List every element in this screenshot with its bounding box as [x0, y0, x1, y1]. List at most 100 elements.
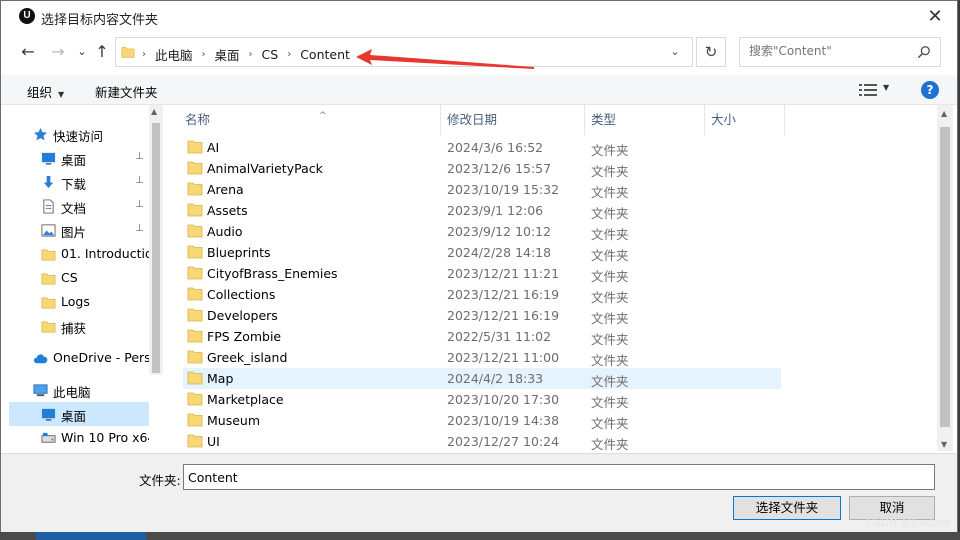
organize-label: 组织 [27, 85, 53, 100]
folder-icon [187, 245, 203, 259]
column-header: 名称 ^ 修改日期 类型 大小 [165, 105, 785, 135]
table-row[interactable]: Audio 2023/9/12 10:12 文件夹 [183, 221, 781, 242]
nav-item-folder[interactable]: Logs [9, 290, 149, 314]
folder-icon [187, 413, 203, 427]
desktop-icon [41, 152, 56, 165]
nav-item-label: 此电脑 [53, 385, 91, 400]
folder-name-input[interactable] [183, 464, 935, 490]
breadcrumb-desktop[interactable]: 桌面 [215, 45, 240, 64]
file-date: 2024/2/28 14:18 [447, 245, 552, 260]
scroll-down-icon[interactable]: ▼ [941, 440, 947, 449]
table-row[interactable]: AI 2024/3/6 16:52 文件夹 [183, 137, 781, 158]
folder-picker-dialog: U 选择目标内容文件夹 ✕ ← → ⌄ ↑ › 此电脑 › 桌面 › CS › … [0, 0, 958, 533]
nav-item-folder[interactable]: 捕获 [9, 314, 149, 338]
file-date: 2023/12/27 10:24 [447, 434, 560, 449]
nav-item-desktop-selected[interactable]: 桌面 [9, 402, 149, 426]
table-row[interactable]: Museum 2023/10/19 14:38 文件夹 [183, 410, 781, 431]
file-date: 2023/12/21 16:19 [447, 287, 560, 302]
nav-item-label: OneDrive - Perso [53, 350, 149, 365]
file-date: 2024/3/6 16:52 [447, 140, 544, 155]
up-button[interactable]: ↑ [91, 41, 113, 63]
table-row[interactable]: Assets 2023/9/1 12:06 文件夹 [183, 200, 781, 221]
nav-item-label: Win 10 Pro x64 [61, 430, 149, 445]
table-row[interactable]: CityofBrass_Enemies 2023/12/21 11:21 文件夹 [183, 263, 781, 284]
nav-item-documents[interactable]: 文档 ⊥ [9, 194, 149, 218]
breadcrumb-separator: › [248, 49, 253, 60]
file-type: 文件夹 [591, 164, 629, 179]
scroll-up-icon[interactable]: ▲ [941, 109, 947, 118]
search-input[interactable] [749, 44, 909, 58]
document-icon [43, 199, 54, 214]
file-type: 文件夹 [591, 143, 629, 158]
table-row[interactable]: Collections 2023/12/21 16:19 文件夹 [183, 284, 781, 305]
table-row[interactable]: Marketplace 2023/10/20 17:30 文件夹 [183, 389, 781, 410]
folder-icon [187, 350, 203, 364]
column-size[interactable]: 大小 [705, 105, 785, 135]
pin-icon: ⊥ [135, 151, 144, 162]
nav-item-downloads[interactable]: 下载 ⊥ [9, 170, 149, 194]
chevron-down-icon[interactable]: ⌄ [668, 45, 682, 59]
column-date[interactable]: 修改日期 [441, 105, 585, 135]
table-row[interactable]: UI 2023/12/27 10:24 文件夹 [183, 431, 781, 452]
scrollbar-thumb[interactable] [940, 127, 950, 427]
title-bar: U 选择目标内容文件夹 ✕ [1, 1, 957, 33]
file-date: 2023/10/19 14:38 [447, 413, 560, 428]
breadcrumb-separator: › [142, 49, 146, 60]
file-type: 文件夹 [591, 311, 629, 326]
file-type: 文件夹 [591, 227, 629, 242]
file-type: 文件夹 [591, 290, 629, 305]
star-icon [33, 127, 48, 141]
nav-item-this-pc[interactable]: 此电脑 [9, 378, 149, 402]
scrollbar-thumb[interactable] [152, 123, 160, 373]
table-row[interactable]: Greek_island 2023/12/21 11:00 文件夹 [183, 347, 781, 368]
table-row[interactable]: Blueprints 2024/2/28 14:18 文件夹 [183, 242, 781, 263]
file-date: 2023/10/19 15:32 [447, 182, 560, 197]
select-folder-button[interactable]: 选择文件夹 [733, 496, 841, 520]
breadcrumb-content[interactable]: Content [300, 47, 350, 62]
scroll-up-icon[interactable]: ▲ [151, 107, 157, 116]
breadcrumb-cs[interactable]: CS [262, 47, 279, 62]
table-row[interactable]: Developers 2023/12/21 16:19 文件夹 [183, 305, 781, 326]
details-view-icon[interactable] [859, 84, 877, 96]
new-folder-button[interactable]: 新建文件夹 [95, 82, 158, 101]
organize-menu[interactable]: 组织 ▼ [27, 82, 64, 101]
file-type: 文件夹 [591, 374, 629, 389]
folder-icon [187, 224, 203, 238]
recent-locations-icon[interactable]: ⌄ [71, 41, 93, 63]
file-name: Marketplace [207, 392, 284, 407]
nav-item-pictures[interactable]: 图片 ⊥ [9, 218, 149, 242]
navigation-scrollbar[interactable]: ▲ [149, 105, 163, 375]
search-box[interactable] [739, 37, 941, 67]
file-type: 文件夹 [591, 185, 629, 200]
search-icon[interactable] [917, 45, 931, 59]
folder-icon [187, 434, 203, 448]
nav-item-drive[interactable]: Win 10 Pro x64 [9, 426, 149, 450]
dialog-footer: 文件夹: 选择文件夹 取消 [1, 453, 957, 533]
view-options-caret-icon[interactable]: ▼ [883, 83, 889, 92]
table-row[interactable]: AnimalVarietyPack 2023/12/6 15:57 文件夹 [183, 158, 781, 179]
nav-item-quick-access[interactable]: 快速访问 [9, 122, 149, 146]
red-arrow-annotation [356, 49, 534, 69]
back-button[interactable]: ← [17, 41, 39, 63]
table-row[interactable]: Map 2024/4/2 18:33 文件夹 [183, 368, 781, 389]
file-list-scrollbar[interactable]: ▲ ▼ [937, 105, 953, 451]
folder-icon [187, 308, 203, 322]
nav-item-folder[interactable]: 01. Introductio [9, 242, 149, 266]
file-type: 文件夹 [591, 332, 629, 347]
nav-item-desktop[interactable]: 桌面 ⊥ [9, 146, 149, 170]
folder-icon [121, 47, 135, 58]
forward-button[interactable]: → [47, 41, 69, 63]
file-date: 2023/10/20 17:30 [447, 392, 560, 407]
nav-item-onedrive[interactable]: OneDrive - Perso [9, 346, 149, 370]
cloud-icon [33, 354, 48, 364]
breadcrumb-this-pc[interactable]: 此电脑 [155, 45, 193, 64]
table-row[interactable]: Arena 2023/10/19 15:32 文件夹 [183, 179, 781, 200]
column-type[interactable]: 类型 [585, 105, 705, 135]
close-button[interactable]: ✕ [913, 1, 957, 33]
column-name[interactable]: 名称 ^ [179, 105, 441, 135]
help-icon[interactable]: ? [921, 81, 939, 99]
file-date: 2023/12/21 11:00 [447, 350, 560, 365]
nav-item-folder[interactable]: CS [9, 266, 149, 290]
refresh-button[interactable]: ↻ [696, 37, 726, 67]
table-row[interactable]: FPS Zombie 2022/5/31 11:02 文件夹 [183, 326, 781, 347]
